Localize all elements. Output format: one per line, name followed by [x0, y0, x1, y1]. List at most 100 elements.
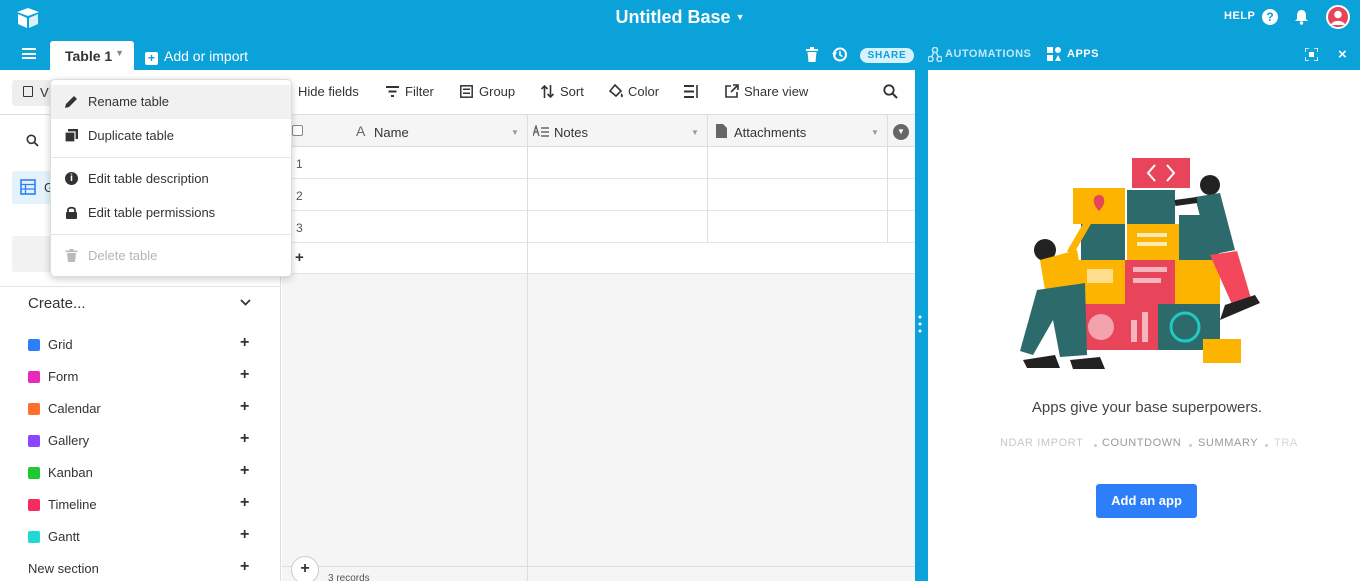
fullscreen-icon[interactable]: [1305, 48, 1318, 61]
create-view-gantt[interactable]: Gantt: [28, 529, 80, 544]
column-header-attachments[interactable]: Attachments: [734, 125, 806, 140]
column-divider: [527, 115, 528, 581]
calendar-view-icon: [28, 403, 40, 415]
grid-view-icon: [20, 179, 36, 195]
add-field-icon[interactable]: ▼: [893, 124, 909, 140]
add-app-button[interactable]: Add an app: [1096, 484, 1197, 518]
create-view-plus-icon[interactable]: +: [240, 430, 249, 448]
select-all-checkbox[interactable]: [292, 125, 303, 136]
create-view-plus-icon[interactable]: +: [240, 334, 249, 352]
create-view-label: Gallery: [48, 433, 90, 448]
table-row[interactable]: 3: [282, 211, 915, 243]
column-menu-chevron-icon[interactable]: ▼: [871, 128, 879, 137]
table-row[interactable]: 2: [282, 179, 915, 211]
create-view-grid[interactable]: Grid: [28, 337, 73, 352]
create-view-plus-icon[interactable]: +: [240, 526, 249, 544]
create-view-timeline[interactable]: Timeline: [28, 497, 97, 512]
edit-table-permissions-menu-item[interactable]: Edit table permissions: [51, 196, 291, 230]
base-title[interactable]: Untitled Base: [616, 7, 731, 27]
row-height-icon[interactable]: [684, 85, 699, 98]
menu-item-label: Delete table: [88, 248, 158, 263]
color-button[interactable]: Color: [628, 84, 659, 99]
delete-table-menu-item[interactable]: Delete table: [51, 239, 291, 273]
app-carousel-item[interactable]: COUNTDOWN: [1102, 437, 1181, 449]
chevron-down-icon[interactable]: [240, 299, 251, 306]
user-avatar[interactable]: [1326, 5, 1350, 29]
filter-button[interactable]: Filter: [405, 84, 434, 99]
close-icon[interactable]: ×: [1338, 46, 1347, 63]
sidebar-search-icon[interactable]: [26, 134, 39, 147]
row-number: 2: [296, 189, 303, 203]
row-number: 1: [296, 157, 303, 171]
apps-icon[interactable]: [1047, 47, 1062, 62]
menu-item-label: Edit table description: [88, 171, 209, 186]
help-label[interactable]: HELP: [1224, 10, 1255, 22]
column-menu-chevron-icon[interactable]: ▼: [511, 128, 519, 137]
column-menu-chevron-icon[interactable]: ▼: [691, 128, 699, 137]
record-count: 3 records: [328, 573, 370, 581]
column-divider: [707, 115, 708, 242]
home-logo-icon[interactable]: [16, 7, 40, 29]
share-view-button[interactable]: Share view: [744, 84, 808, 99]
grid-view-icon: [28, 339, 40, 351]
create-label[interactable]: Create...: [28, 295, 86, 312]
edit-table-description-menu-item[interactable]: i Edit table description: [51, 162, 291, 196]
create-view-plus-icon[interactable]: +: [240, 462, 249, 480]
tab-caret-icon[interactable]: ▼: [115, 48, 124, 58]
new-section-plus-icon[interactable]: +: [240, 558, 249, 576]
hamburger-menu-icon[interactable]: [22, 48, 36, 59]
create-view-label: Timeline: [48, 497, 97, 512]
notification-bell-icon[interactable]: [1294, 9, 1309, 25]
add-or-import-button[interactable]: + Add or import: [145, 48, 248, 65]
menu-item-label: Duplicate table: [88, 128, 174, 143]
automations-label[interactable]: AUTOMATIONS: [945, 48, 1031, 60]
trash-icon[interactable]: [806, 47, 818, 62]
new-section-button[interactable]: New section: [28, 561, 99, 576]
app-carousel-item[interactable]: TRA: [1274, 437, 1298, 449]
timeline-view-icon: [28, 499, 40, 511]
form-view-icon: [28, 371, 40, 383]
duplicate-table-menu-item[interactable]: Duplicate table: [51, 119, 291, 153]
create-view-gallery[interactable]: Gallery: [28, 433, 89, 448]
create-view-plus-icon[interactable]: +: [240, 366, 249, 384]
automations-icon[interactable]: [928, 47, 942, 62]
carousel-dot: [1094, 444, 1097, 447]
create-view-label: Form: [48, 369, 79, 384]
menu-item-label: Rename table: [88, 94, 169, 109]
panel-resize-handle-icon[interactable]: [918, 315, 922, 333]
hide-fields-button[interactable]: Hide fields: [298, 84, 359, 99]
add-row-plus-icon[interactable]: +: [295, 249, 304, 266]
table-options-menu: Rename table Duplicate table i Edit tabl…: [50, 79, 292, 277]
group-button[interactable]: Group: [479, 84, 515, 99]
menu-divider: [51, 157, 291, 158]
search-icon[interactable]: [883, 84, 898, 99]
create-view-calendar[interactable]: Calendar: [28, 401, 101, 416]
sidebar-divider: [0, 286, 281, 287]
app-carousel-item[interactable]: SUMMARY: [1198, 437, 1258, 449]
apps-illustration: [1020, 158, 1260, 369]
sort-button[interactable]: Sort: [560, 84, 584, 99]
column-header-name[interactable]: Name: [374, 125, 409, 140]
help-icon[interactable]: ?: [1262, 9, 1278, 25]
trash-icon: [65, 249, 78, 262]
lock-icon: [66, 206, 77, 219]
row-number: 3: [296, 221, 303, 235]
tab-table-1[interactable]: Table 1 ▼: [50, 41, 134, 70]
rename-table-menu-item[interactable]: Rename table: [51, 85, 291, 119]
table-row[interactable]: 1: [282, 147, 915, 179]
carousel-dot: [1189, 444, 1192, 447]
share-button[interactable]: SHARE: [860, 48, 914, 63]
apps-label[interactable]: APPS: [1067, 48, 1099, 60]
create-view-plus-icon[interactable]: +: [240, 398, 249, 416]
add-record-plus-button[interactable]: +: [291, 556, 319, 581]
create-view-form[interactable]: Form: [28, 369, 78, 384]
add-row[interactable]: +: [282, 243, 915, 274]
app-carousel-item[interactable]: NDAR IMPORT: [1000, 437, 1083, 449]
create-view-plus-icon[interactable]: +: [240, 494, 249, 512]
kanban-view-icon: [28, 467, 40, 479]
column-header-notes[interactable]: Notes: [554, 125, 588, 140]
menu-item-label: Edit table permissions: [88, 205, 216, 220]
base-title-caret-icon[interactable]: ▼: [736, 12, 745, 22]
create-view-kanban[interactable]: Kanban: [28, 465, 93, 480]
history-icon[interactable]: [832, 47, 847, 62]
